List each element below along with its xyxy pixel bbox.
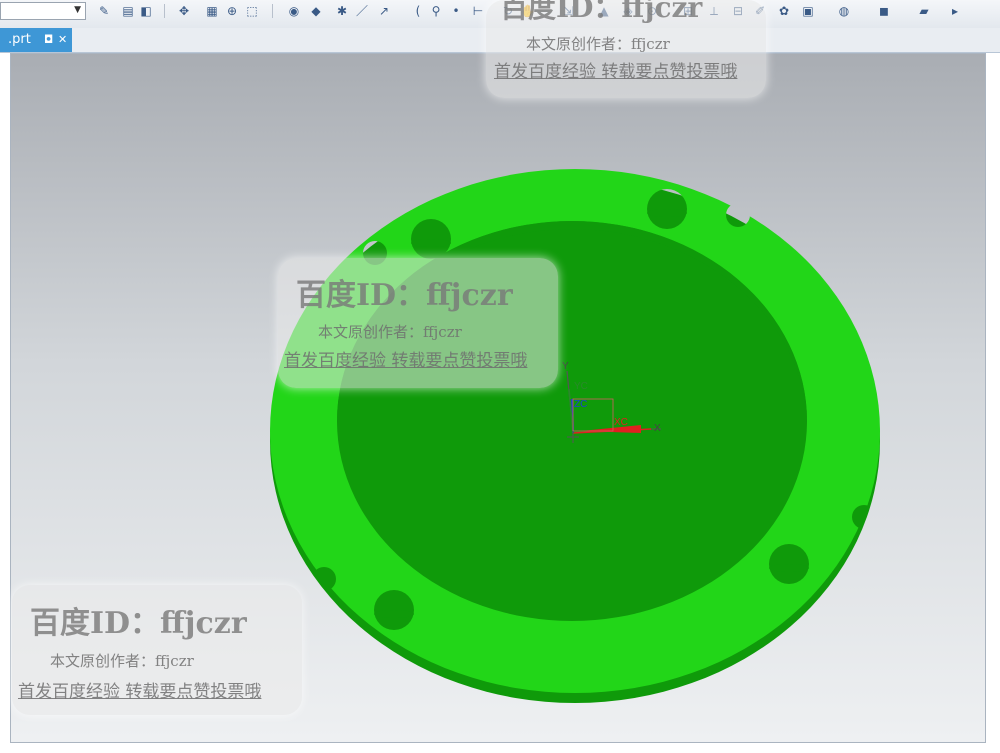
datum-icon[interactable]: ◧ bbox=[138, 3, 154, 19]
bolt-hole bbox=[374, 610, 414, 618]
watermark-line2: 本文原创作者：ffjczr bbox=[50, 652, 194, 670]
watermark-line1: 百度ID：ffjczr bbox=[500, 0, 703, 24]
solid-icon[interactable]: ◼ bbox=[876, 3, 892, 19]
toolbar-separator bbox=[164, 4, 165, 18]
toolbar-separator bbox=[272, 4, 273, 18]
tab-part-file[interactable]: .prt ◘ ✕ bbox=[0, 28, 72, 52]
render-icon[interactable]: ◍ bbox=[836, 3, 852, 19]
line-icon[interactable]: ／ bbox=[354, 3, 370, 19]
dimension-icon[interactable]: ⊢ bbox=[470, 3, 486, 19]
watermark-line3: 首发百度经验 转载要点赞投票哦 bbox=[494, 62, 738, 82]
grid-icon[interactable]: ▦ bbox=[204, 3, 220, 19]
sketch-icon[interactable]: ✎ bbox=[96, 3, 112, 19]
watermark-line1: 百度ID：ffjczr bbox=[296, 278, 513, 313]
bolt-hole bbox=[647, 209, 687, 217]
move-icon[interactable]: ✥ bbox=[176, 3, 192, 19]
snap-point-icon[interactable]: ✱ bbox=[334, 3, 350, 19]
point-icon[interactable]: • bbox=[448, 3, 464, 19]
bolt-hole bbox=[411, 239, 451, 247]
filter-icon[interactable]: ⚲ bbox=[428, 3, 444, 19]
overflow-icon[interactable]: ▸ bbox=[950, 3, 960, 19]
axis-label-yc: YC bbox=[574, 381, 588, 392]
folder-icon[interactable]: ▰ bbox=[916, 3, 932, 19]
tab-label: .prt bbox=[8, 32, 31, 47]
watermark-line1: 百度ID：ffjczr bbox=[30, 606, 247, 641]
command-finder-dropdown[interactable]: ▼ bbox=[0, 2, 86, 20]
shaded-view-icon[interactable]: ◆ bbox=[308, 3, 324, 19]
axis-label-x: X bbox=[654, 423, 661, 434]
watermark-line3: 首发百度经验 转载要点赞投票哦 bbox=[284, 351, 528, 371]
watermark-line2: 本文原创作者：ffjczr bbox=[318, 323, 462, 341]
chevron-down-icon[interactable]: ▼ bbox=[74, 5, 81, 15]
curve-icon[interactable]: ( bbox=[410, 3, 426, 19]
axis-label-xc: XC bbox=[614, 417, 628, 428]
restore-icon[interactable]: ◘ bbox=[44, 28, 53, 52]
watermark-line3: 首发百度经验 转载要点赞投票哦 bbox=[18, 682, 262, 702]
axis-label-zc: ZC bbox=[574, 399, 587, 410]
arc-icon[interactable]: ↗ bbox=[376, 3, 392, 19]
orient-view-icon[interactable]: ◉ bbox=[286, 3, 302, 19]
watermark-line2: 本文原创作者：ffjczr bbox=[526, 35, 670, 53]
axis-label-y: Y bbox=[562, 361, 569, 372]
bolt-hole bbox=[769, 564, 809, 572]
close-icon[interactable]: ✕ bbox=[58, 28, 67, 52]
paint-icon[interactable]: ✿ bbox=[776, 3, 792, 19]
color-icon[interactable]: ▣ bbox=[800, 3, 816, 19]
layer-icon[interactable]: ▤ bbox=[120, 3, 136, 19]
select-box-icon[interactable]: ⬚ bbox=[244, 3, 260, 19]
snap-icon[interactable]: ⊕ bbox=[224, 3, 240, 19]
